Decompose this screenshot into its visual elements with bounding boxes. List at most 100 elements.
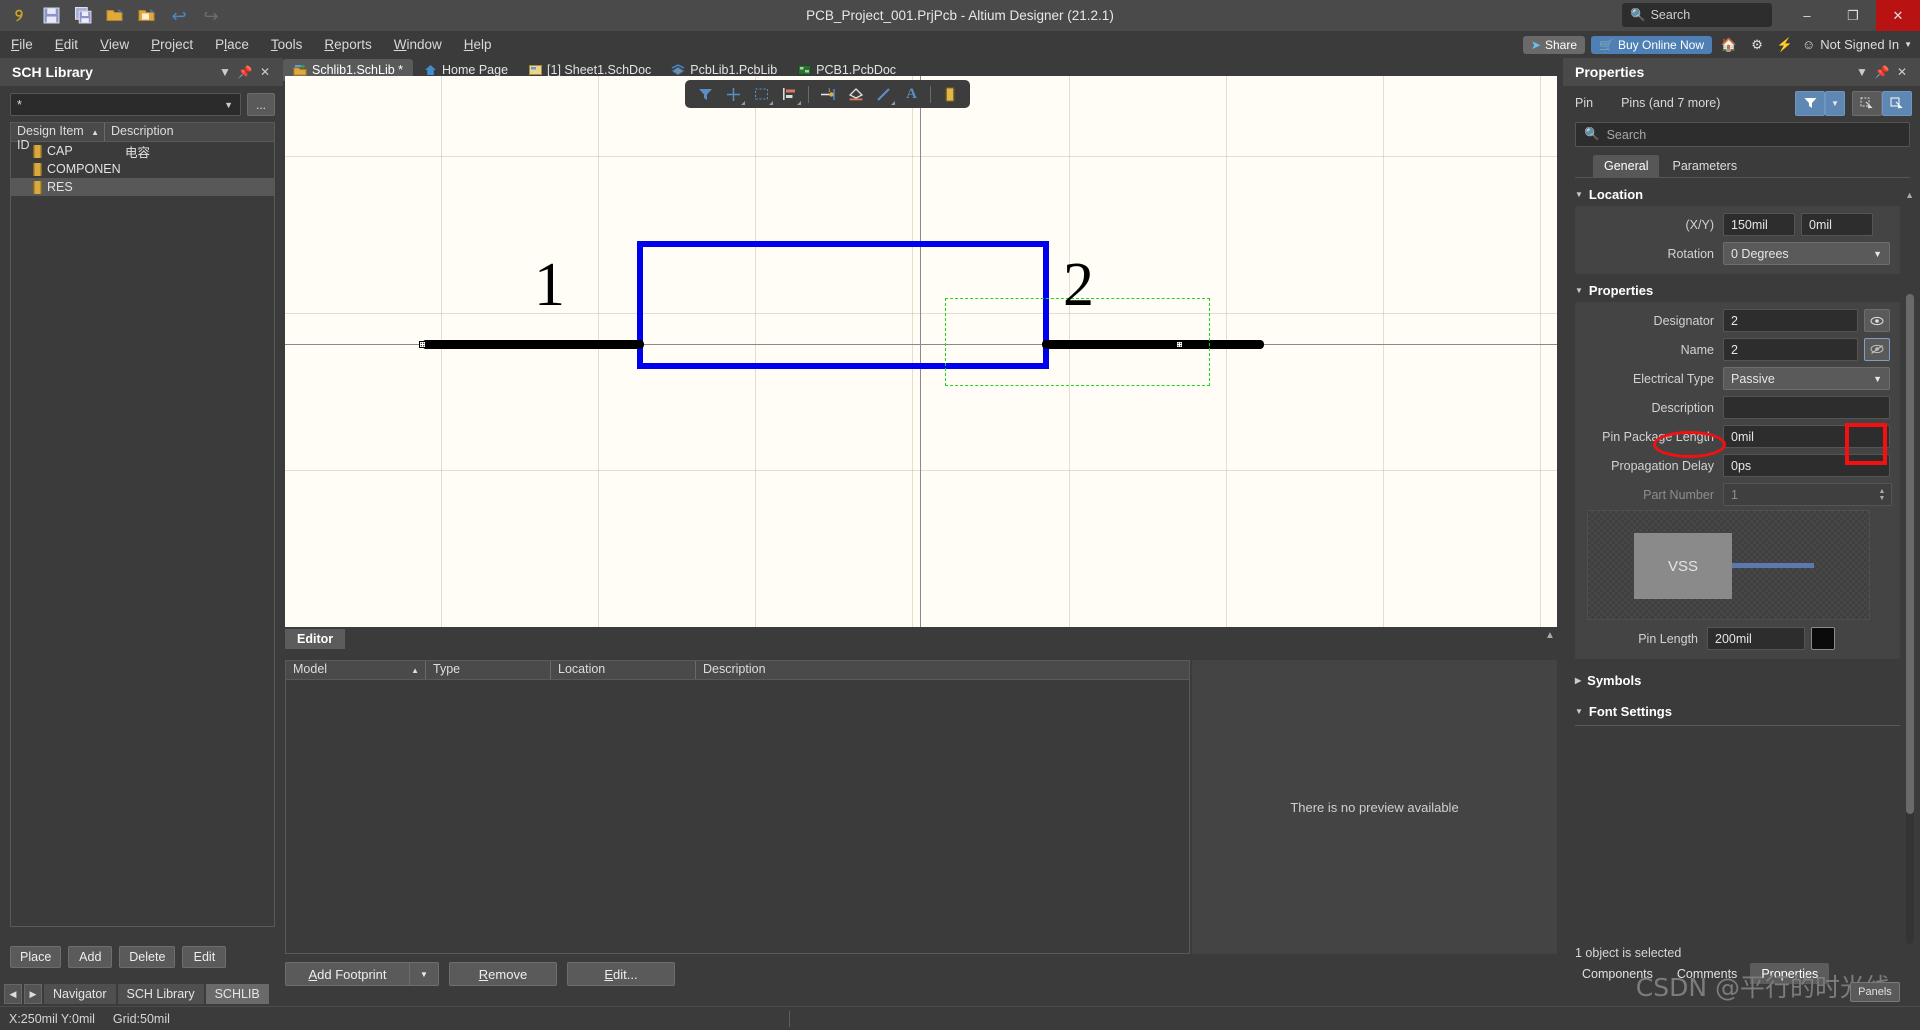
delete-button[interactable]: Delete (119, 946, 176, 968)
menu-view[interactable]: View (89, 31, 140, 58)
list-item[interactable]: CAP 电容 (11, 142, 274, 160)
open-project-icon[interactable] (136, 5, 158, 27)
redo-icon[interactable]: ↪ (200, 5, 222, 27)
close-panel-icon[interactable]: ✕ (255, 65, 275, 79)
part-number-input[interactable]: 1 (1723, 483, 1892, 506)
filter-icon[interactable] (693, 82, 718, 106)
column-description[interactable]: Description (105, 123, 180, 141)
tab-parameters[interactable]: Parameters (1661, 155, 1748, 177)
list-item[interactable]: COMPONEN (11, 160, 274, 178)
section-font-settings-header[interactable]: ▼ Font Settings ▼ (1563, 692, 1920, 723)
pin-1-line[interactable] (422, 340, 644, 349)
panel-menu-icon[interactable]: ▼ (1852, 65, 1872, 79)
close-panel-icon[interactable]: ✕ (1892, 65, 1912, 79)
save-all-icon[interactable] (72, 5, 94, 27)
model-table-body[interactable] (285, 680, 1190, 954)
schematic-canvas[interactable]: 1 2 1 A (285, 76, 1557, 627)
home-icon[interactable]: 🏠 (1718, 35, 1740, 55)
tab-scroll-left-icon[interactable]: ◀ (4, 984, 22, 1004)
menu-tools[interactable]: Tools (260, 31, 314, 58)
panels-button[interactable]: Panels (1850, 982, 1900, 1002)
column-type[interactable]: Type (426, 661, 551, 679)
notifications-icon[interactable]: ⚡ (1774, 35, 1796, 55)
buy-online-button[interactable]: 🛒 Buy Online Now (1591, 35, 1713, 54)
altium-designer-window: ୨ ↩ ↪ PCB_Project_001.PrjPcb - Altium De… (0, 0, 1920, 1030)
align-icon[interactable] (777, 82, 802, 106)
column-design-item-id[interactable]: Design Item ID ▲ (11, 123, 105, 152)
designator-input[interactable]: 2 (1723, 309, 1858, 332)
pin-color-swatch[interactable] (1811, 627, 1835, 650)
add-footprint-dropdown[interactable]: ▼ (409, 962, 439, 986)
description-input[interactable] (1723, 396, 1890, 419)
section-symbols-header[interactable]: ▶ Symbols (1563, 659, 1920, 692)
place-pin-icon[interactable]: 1 (815, 82, 840, 106)
open-icon[interactable] (104, 5, 126, 27)
pin-panel-icon[interactable]: 📌 (1872, 65, 1892, 79)
part-number-stepper[interactable]: ▲ ▼ (1874, 488, 1890, 502)
restore-button[interactable]: ❐ (1830, 0, 1876, 31)
list-item[interactable]: RES (11, 178, 274, 196)
tab-navigator[interactable]: Navigator (44, 984, 116, 1004)
pin-panel-icon[interactable]: 📌 (235, 65, 255, 79)
column-description[interactable]: Description (696, 661, 1189, 679)
pin-1-hotspot[interactable] (419, 341, 426, 348)
select-area-icon[interactable] (749, 82, 774, 106)
location-x-input[interactable]: 150mil (1723, 213, 1795, 236)
tab-editor[interactable]: Editor (285, 629, 346, 649)
place-line-icon[interactable] (871, 82, 896, 106)
place-button[interactable]: Place (10, 946, 62, 968)
place-polygon-icon[interactable] (843, 82, 868, 106)
column-model[interactable]: Model ▲ (286, 661, 426, 679)
minimize-button[interactable]: – (1784, 0, 1830, 31)
menu-reports[interactable]: Reports (313, 31, 382, 58)
menu-edit[interactable]: Edit (44, 31, 89, 58)
altium-logo-icon[interactable]: ୨ (8, 5, 30, 27)
edit-button[interactable]: Edit (182, 946, 227, 968)
library-filter-combo[interactable]: * ▼ (10, 93, 241, 116)
settings-icon[interactable]: ⚙ (1746, 35, 1768, 55)
place-text-icon[interactable]: A (899, 82, 924, 106)
rotation-select[interactable]: 0 Degrees ▼ (1723, 242, 1890, 265)
library-filter-options-button[interactable]: ... (247, 93, 275, 116)
save-icon[interactable] (40, 5, 62, 27)
remove-model-button[interactable]: Remove (449, 962, 557, 986)
electrical-type-select[interactable]: Passive ▼ (1723, 367, 1890, 390)
close-button[interactable]: ✕ (1876, 0, 1920, 31)
properties-scrollbar[interactable] (1906, 294, 1914, 944)
place-component-icon[interactable] (937, 82, 962, 106)
collapse-editor-icon[interactable]: ▲ (1545, 630, 1555, 641)
column-location[interactable]: Location (551, 661, 696, 679)
add-footprint-button[interactable]: Add Footprint (285, 962, 409, 986)
tab-sch-library[interactable]: SCH Library (117, 984, 204, 1004)
collapse-icon[interactable]: ▲ (1905, 190, 1914, 200)
select-hierarchy-icon[interactable] (1882, 90, 1912, 116)
tab-general[interactable]: General (1593, 155, 1660, 177)
global-search-input[interactable]: 🔍 Search (1622, 3, 1772, 27)
sign-in-button[interactable]: ☺ Not Signed In ▼ (1802, 37, 1912, 52)
undo-icon[interactable]: ↩ (168, 5, 190, 27)
menu-file[interactable]: File (0, 31, 44, 58)
menu-project[interactable]: Project (140, 31, 204, 58)
properties-search-input[interactable]: 🔍 Search (1575, 122, 1910, 147)
menu-window[interactable]: Window (383, 31, 453, 58)
edit-model-button[interactable]: Edit... (567, 962, 675, 986)
section-properties-header[interactable]: ▼ Properties (1563, 274, 1920, 302)
properties-scrollbar-thumb[interactable] (1906, 294, 1914, 814)
menu-place[interactable]: Place (204, 31, 260, 58)
pin-length-input[interactable]: 200mil (1707, 627, 1805, 650)
location-y-input[interactable]: 0mil (1801, 213, 1873, 236)
add-button[interactable]: Add (68, 946, 113, 968)
filter-objects-button[interactable] (1795, 90, 1825, 116)
designator-visibility-toggle[interactable] (1864, 309, 1890, 332)
tab-scroll-right-icon[interactable]: ▶ (24, 984, 42, 1004)
filter-dropdown-button[interactable]: ▼ (1825, 90, 1845, 116)
share-button[interactable]: ➤ Share (1522, 35, 1586, 54)
tab-schlib[interactable]: SCHLIB (205, 984, 269, 1004)
panel-menu-icon[interactable]: ▼ (215, 65, 235, 79)
select-all-icon[interactable] (1852, 90, 1882, 116)
crosshair-icon[interactable] (721, 82, 746, 106)
name-visibility-toggle[interactable] (1864, 338, 1890, 361)
name-input[interactable]: 2 (1723, 338, 1858, 361)
menu-help[interactable]: Help (453, 31, 503, 58)
section-location-header[interactable]: ▼ Location ▲ (1563, 178, 1920, 206)
